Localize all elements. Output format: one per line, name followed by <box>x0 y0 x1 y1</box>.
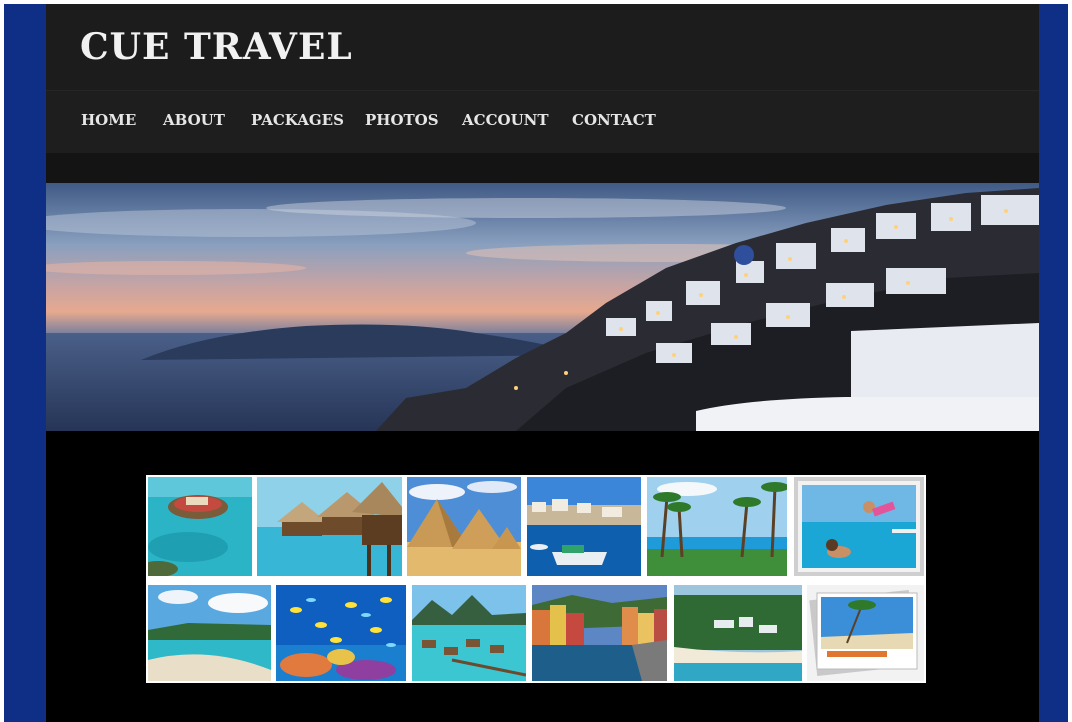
header-divider <box>46 153 1039 183</box>
site-header: CUE TRAVEL <box>46 4 1039 90</box>
travel-postcards-image <box>807 585 924 681</box>
hero-banner <box>46 183 1039 431</box>
gallery-photo[interactable] <box>148 477 252 576</box>
italian-harbor-town-image <box>532 585 667 681</box>
pool-family-image <box>798 481 920 572</box>
gallery-photo[interactable] <box>532 585 667 681</box>
bora-bora-bungalows-image <box>412 585 526 681</box>
main-navigation: HOME ABOUT PACKAGES PHOTOS ACCOUNT CONTA… <box>46 90 1039 154</box>
gallery-photo[interactable] <box>647 477 787 576</box>
gallery-photo[interactable] <box>412 585 526 681</box>
coastal-resort-aerial-image <box>674 585 802 681</box>
nav-photos[interactable]: PHOTOS <box>365 111 439 129</box>
coral-reef-fish-image <box>276 585 406 681</box>
gallery-photo[interactable] <box>257 477 402 576</box>
nav-packages[interactable]: PACKAGES <box>251 111 344 129</box>
palm-beach-image <box>647 477 787 576</box>
gallery-photo[interactable] <box>276 585 406 681</box>
nav-home[interactable]: HOME <box>81 111 136 129</box>
site-container: CUE TRAVEL HOME ABOUT PACKAGES PHOTOS AC… <box>46 4 1039 722</box>
gallery-photo[interactable] <box>794 477 924 576</box>
island-resort-image <box>148 477 252 576</box>
pyramids-image <box>407 477 521 576</box>
site-title[interactable]: CUE TRAVEL <box>80 26 353 68</box>
nav-contact[interactable]: CONTACT <box>572 111 656 129</box>
santorini-sunset-image <box>46 183 1039 431</box>
gallery-photo[interactable] <box>148 585 271 681</box>
nav-account[interactable]: ACCOUNT <box>462 111 549 129</box>
photo-gallery <box>146 475 926 683</box>
gallery-photo[interactable] <box>527 477 641 576</box>
beach-cove-image <box>148 585 271 681</box>
harbor-boat-image <box>527 477 641 576</box>
nav-about[interactable]: ABOUT <box>163 111 225 129</box>
gallery-photo[interactable] <box>407 477 521 576</box>
overwater-bungalows-image <box>257 477 402 576</box>
gallery-photo[interactable] <box>674 585 802 681</box>
gallery-photo[interactable] <box>807 585 924 681</box>
